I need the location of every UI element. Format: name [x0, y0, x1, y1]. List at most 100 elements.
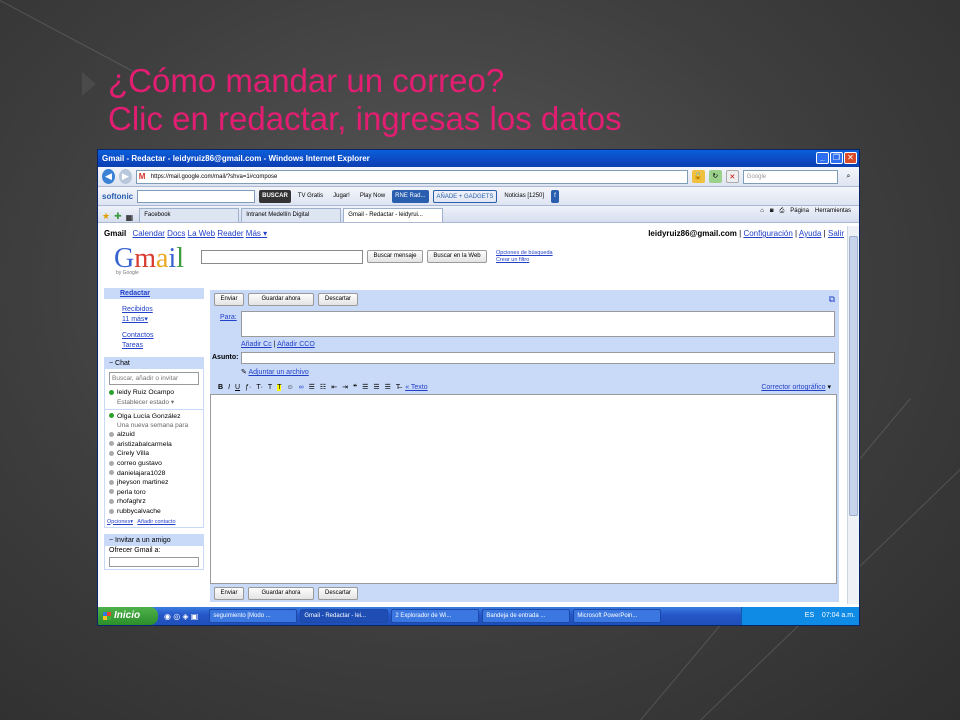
lock-icon[interactable]: 🔒	[691, 170, 705, 183]
anadir-cco-link[interactable]: Añadir CCO	[277, 341, 315, 348]
nav-gmail[interactable]: Gmail	[104, 229, 126, 238]
chat-header[interactable]: − Chat	[105, 358, 203, 369]
popout-icon[interactable]: ⧉	[829, 294, 835, 305]
redactar-label[interactable]: Redactar	[120, 290, 150, 297]
contact-item[interactable]: correo gustavo	[105, 459, 203, 469]
font-size-icon[interactable]: T·	[256, 384, 263, 391]
nav-reader[interactable]: Reader	[217, 229, 243, 238]
nav-docs[interactable]: Docs	[167, 229, 185, 238]
crear-filtro-link[interactable]: Crear un filtro	[496, 257, 529, 263]
buscar-button[interactable]: BUSCAR	[259, 189, 291, 203]
address-bar[interactable]: M https://mail.google.com/mail/?shva=1#c…	[135, 169, 688, 184]
buscar-web-button[interactable]: Buscar en la Web	[427, 250, 487, 263]
chat-search-input[interactable]: Buscar, añadir o invitar	[109, 372, 199, 385]
invite-input[interactable]	[109, 557, 199, 568]
tab-facebook[interactable]: Facebook	[139, 208, 240, 222]
bold-icon[interactable]: B	[218, 384, 223, 391]
font-icon[interactable]: ƒ·	[245, 384, 251, 391]
contact-item[interactable]: rubbycalvache	[105, 507, 203, 517]
align-left-icon[interactable]: ☰	[362, 383, 368, 391]
mas-link[interactable]: 11 más▾	[104, 315, 204, 325]
quote-icon[interactable]: ❝	[353, 383, 357, 391]
refresh-icon[interactable]: ↻	[708, 170, 722, 183]
asunto-field[interactable]	[241, 352, 835, 364]
jugar-button[interactable]: Jugar!	[330, 190, 353, 203]
link-icon[interactable]: ∞	[299, 384, 304, 391]
play-now-button[interactable]: Play Now	[357, 190, 388, 203]
contact-item[interactable]: Olga Lucía González	[105, 412, 203, 422]
stop-icon[interactable]: ✕	[725, 170, 739, 183]
taskbar-task[interactable]: Microsoft PowerPoin...	[573, 609, 662, 623]
radio-button[interactable]: RNE Rad...	[392, 189, 429, 203]
ayuda-link[interactable]: Ayuda	[799, 229, 822, 238]
home-icon[interactable]: ⌂	[760, 208, 764, 215]
adjuntar-link[interactable]: Adjuntar un archivo	[248, 369, 308, 376]
para-label[interactable]: Para:	[220, 314, 237, 321]
contact-item[interactable]: Cirely Villa	[105, 449, 203, 459]
nav-la-web[interactable]: La Web	[188, 229, 215, 238]
facebook-icon[interactable]: f	[551, 189, 559, 203]
tab-gmail[interactable]: Gmail - Redactar - leidyrui...	[343, 208, 444, 222]
guardar-button[interactable]: Guardar ahora	[248, 293, 314, 306]
taskbar-task[interactable]: Gmail - Redactar - lei...	[300, 609, 389, 623]
contact-item[interactable]: rhofaghrz	[105, 497, 203, 507]
pagina-menu[interactable]: Página	[790, 208, 809, 215]
enviar-button-bottom[interactable]: Enviar	[214, 587, 244, 600]
anadir-contacto-link[interactable]: Añadir contacto	[137, 519, 175, 525]
opciones-busqueda-link[interactable]: Opciones de búsqueda	[496, 250, 553, 256]
highlight-icon[interactable]: T	[277, 383, 282, 391]
corrector-link[interactable]: Corrector ortográfico	[761, 384, 825, 391]
nav-mas[interactable]: Más ▾	[246, 229, 267, 238]
taskbar-task[interactable]: seguimiento [Modo ...	[209, 609, 298, 623]
redactar-link[interactable]: Redactar	[104, 288, 204, 299]
buscar-mensaje-button[interactable]: Buscar mensaje	[367, 250, 423, 263]
tab-intranet[interactable]: Intranet Medellín Digital	[241, 208, 342, 222]
invite-header[interactable]: − Invitar a un amigo	[105, 534, 203, 546]
descartar-button-bottom[interactable]: Descartar	[318, 587, 358, 600]
smiley-icon[interactable]: ☺	[286, 384, 293, 391]
contact-item[interactable]: danielajara1028	[105, 469, 203, 479]
nav-calendar[interactable]: Calendar	[132, 229, 164, 238]
tareas-link[interactable]: Tareas	[104, 341, 204, 351]
taskbar-task[interactable]: 2 Explorador de Wi...	[391, 609, 480, 623]
add-favorites-icon[interactable]: ✚	[114, 211, 122, 222]
page-scrollbar[interactable]	[847, 226, 859, 604]
contact-item[interactable]: perla toro	[105, 488, 203, 498]
softonic-logo[interactable]: softonic	[102, 192, 133, 201]
start-button[interactable]: Inicio	[98, 607, 158, 625]
herramientas-menu[interactable]: Herramientas	[815, 208, 851, 215]
contact-item[interactable]: alzuid	[105, 430, 203, 440]
favorites-star-icon[interactable]: ★	[102, 211, 110, 222]
tv-gratis-button[interactable]: TV Gratis	[295, 190, 326, 203]
search-icon[interactable]: ⌕	[842, 170, 855, 183]
clear-format-icon[interactable]: T̶	[396, 384, 400, 391]
print-icon[interactable]: ⎙	[779, 208, 784, 215]
texto-link[interactable]: « Texto	[405, 384, 427, 391]
message-body[interactable]	[210, 394, 837, 584]
enviar-button[interactable]: Enviar	[214, 293, 244, 306]
bullet-list-icon[interactable]: ☷	[320, 383, 326, 391]
scrollbar-thumb[interactable]	[849, 236, 858, 516]
para-field[interactable]	[241, 311, 835, 337]
text-color-icon[interactable]: T	[268, 384, 272, 391]
forward-button[interactable]: ▶	[118, 169, 132, 184]
italic-icon[interactable]: I	[228, 384, 230, 391]
numbered-list-icon[interactable]: ☰	[309, 383, 315, 391]
align-right-icon[interactable]: ☰	[385, 383, 391, 391]
quick-launch-icons[interactable]: ◉ ◎ ◈ ▣	[164, 612, 198, 621]
noticias-button[interactable]: Noticias [1250]	[501, 190, 547, 203]
salir-link[interactable]: Salir	[828, 229, 844, 238]
mail-search-input[interactable]	[201, 250, 363, 264]
language-indicator[interactable]: ES	[805, 612, 814, 619]
guardar-button-bottom[interactable]: Guardar ahora	[248, 587, 314, 600]
contact-item[interactable]: jheyson martinez	[105, 478, 203, 488]
back-button[interactable]: ◀	[102, 169, 115, 184]
contact-item[interactable]: aristizabalcarmela	[105, 440, 203, 450]
quick-tabs-icon[interactable]: ▦	[126, 213, 134, 222]
indent-icon[interactable]: ⇥	[342, 383, 348, 391]
underline-icon[interactable]: U	[235, 384, 240, 391]
gadgets-button[interactable]: AÑADE + GADGETS	[432, 189, 498, 203]
descartar-button[interactable]: Descartar	[318, 293, 358, 306]
softonic-search-input[interactable]	[137, 189, 256, 203]
set-status[interactable]: Establecer estado ▾	[105, 398, 203, 407]
